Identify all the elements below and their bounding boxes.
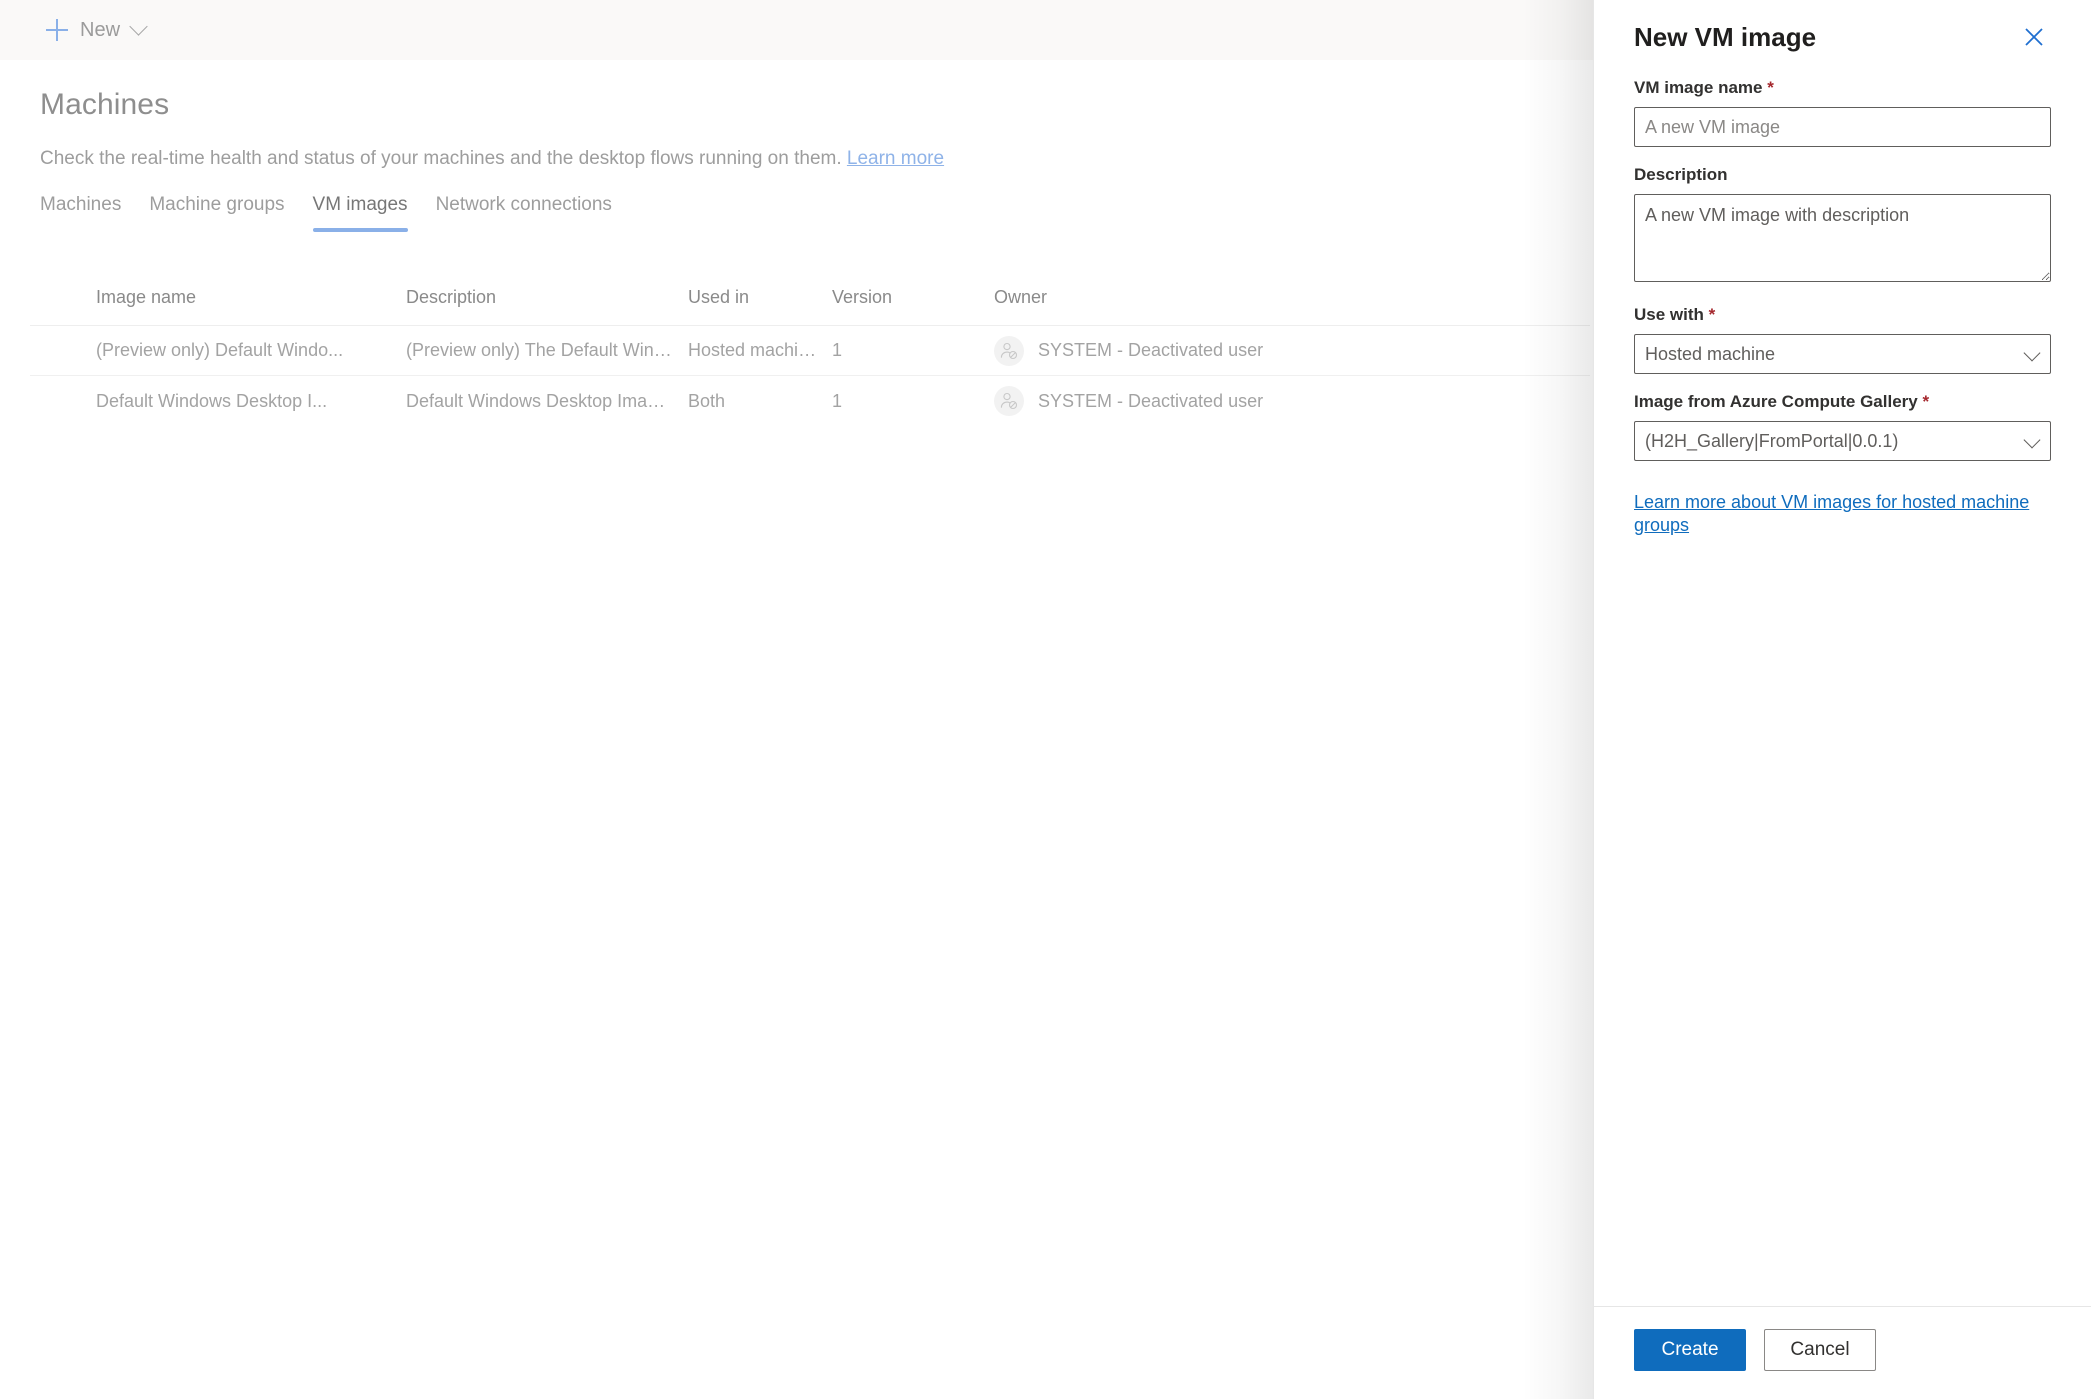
label-text: Description (1634, 165, 1728, 184)
column-header-version[interactable]: Version (832, 287, 994, 308)
panel-header: New VM image (1634, 0, 2051, 60)
required-asterisk: * (1922, 392, 1930, 411)
user-blocked-icon (994, 386, 1024, 416)
tab-label: Machines (40, 194, 122, 215)
page-subtitle-text: Check the real-time health and status of… (40, 148, 842, 169)
column-header-description[interactable]: Description (406, 287, 688, 308)
label-text: Image from Azure Compute Gallery (1634, 392, 1918, 411)
gallery-image-dropdown[interactable]: (H2H_Gallery|FromPortal|0.0.1) (1634, 421, 2051, 461)
cell-description: Default Windows Desktop Image for use i.… (406, 390, 688, 411)
close-icon[interactable] (2017, 20, 2051, 54)
tab-label: Network connections (435, 194, 612, 215)
tab-label: VM images (312, 194, 408, 215)
create-button[interactable]: Create (1634, 1329, 1746, 1371)
cell-owner: SYSTEM - Deactivated user (994, 335, 1424, 366)
new-button[interactable]: New (42, 8, 149, 52)
label-vm-image-name: VM image name * (1634, 78, 2051, 98)
field-description: Description (1634, 165, 2051, 287)
app-root: New Machines Check the real-time health … (0, 0, 2091, 1399)
field-vm-image-name: VM image name * (1634, 78, 2051, 147)
cell-image-name: (Preview only) Default Windo... (96, 340, 344, 360)
cancel-button[interactable]: Cancel (1764, 1329, 1876, 1371)
use-with-dropdown[interactable]: Hosted machine (1634, 334, 2051, 374)
owner-name: SYSTEM - Deactivated user (1038, 340, 1264, 360)
vm-images-table: Image name Description Used in Version O… (30, 270, 1590, 426)
description-textarea[interactable] (1634, 194, 2051, 282)
page-subtitle: Check the real-time health and status of… (40, 148, 944, 170)
tab-list: Machines Machine groups VM images Networ… (40, 190, 626, 240)
label-text: Use with (1634, 305, 1704, 324)
cell-version: 1 (832, 390, 843, 411)
cell-used-in: Both (688, 390, 726, 411)
chevron-down-icon (129, 17, 148, 36)
tab-machine-groups[interactable]: Machine groups (135, 190, 298, 232)
panel-body: New VM image VM image name * A new VM im… (1594, 0, 2091, 1306)
panel-title: New VM image (1634, 22, 1817, 52)
vm-image-name-input[interactable] (1634, 107, 2051, 147)
required-asterisk: * (1708, 305, 1716, 324)
panel-footer: Create Cancel (1594, 1306, 2091, 1399)
column-header-owner[interactable]: Owner (994, 287, 1424, 308)
gallery-image-value: (H2H_Gallery|FromPortal|0.0.1) (1634, 421, 2051, 461)
vm-images-help-link[interactable]: Learn more about VM images for hosted ma… (1634, 491, 2051, 536)
page-title: Machines (40, 88, 170, 121)
new-button-label: New (80, 18, 121, 41)
cell-used-in: Hosted machine group (688, 340, 832, 360)
tab-vm-images[interactable]: VM images (299, 190, 422, 232)
owner-name: SYSTEM - Deactivated user (1038, 390, 1264, 411)
field-use-with: Use with * Hosted machine (1634, 305, 2051, 374)
learn-more-link[interactable]: Learn more (847, 148, 944, 169)
required-asterisk: * (1767, 78, 1774, 97)
tab-network-connections[interactable]: Network connections (422, 190, 626, 232)
plus-icon (46, 19, 68, 41)
user-blocked-icon (994, 335, 1024, 366)
label-gallery-image: Image from Azure Compute Gallery * (1634, 392, 2051, 412)
cell-image-name: Default Windows Desktop I... (96, 390, 328, 411)
cell-version: 1 (832, 340, 843, 360)
new-vm-image-panel: New VM image VM image name * A new VM im… (1593, 0, 2091, 1399)
column-header-used-in[interactable]: Used in (688, 287, 832, 308)
tab-label: Machine groups (149, 194, 285, 215)
label-text: VM image name (1634, 78, 1763, 97)
table-row[interactable]: Default Windows Desktop I... Default Win… (30, 376, 1590, 426)
table-row[interactable]: (Preview only) Default Windo... (Preview… (30, 326, 1590, 376)
cell-description: (Preview only) The Default Windows Desk.… (406, 340, 688, 360)
use-with-value: Hosted machine (1634, 334, 2051, 374)
label-description: Description (1634, 165, 2051, 185)
tab-machines[interactable]: Machines (40, 190, 135, 232)
label-use-with: Use with * (1634, 305, 2051, 325)
column-header-image-name[interactable]: Image name (96, 287, 406, 308)
table-header-row: Image name Description Used in Version O… (30, 270, 1590, 326)
cell-owner: SYSTEM - Deactivated user (994, 386, 1424, 416)
field-gallery-image: Image from Azure Compute Gallery * (H2H_… (1634, 392, 2051, 461)
